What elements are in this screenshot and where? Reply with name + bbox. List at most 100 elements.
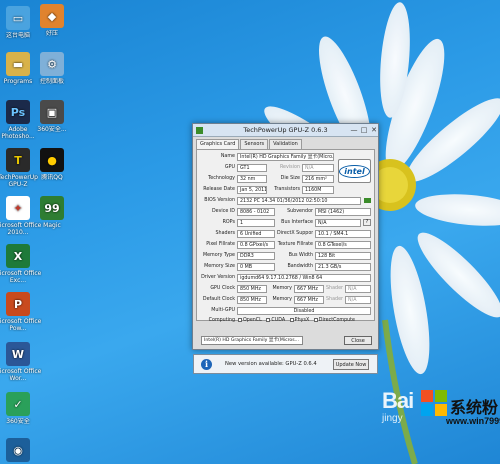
desktop-icon-monitor[interactable]: ▣ 360安全... [28, 100, 76, 140]
desktop-icon-haozip[interactable]: ◆ 好压 [28, 4, 76, 44]
gpu-selector[interactable]: Intel(R) HD Graphics Family 显卡(Micros... [201, 336, 303, 345]
update-message: New version available: GPU-Z 0.6.4 [225, 361, 317, 367]
desktop-icon-app[interactable]: ◉ [0, 438, 42, 464]
multi-gpu-value: Disabled [237, 306, 371, 315]
maximize-icon[interactable]: □ [359, 125, 369, 135]
desktop-icon-label: 腾讯QQ [41, 174, 63, 181]
close-icon[interactable]: ✕ [369, 125, 379, 135]
memory-clock-value: 667 MHz [294, 284, 324, 293]
field-label: Memory Type [202, 253, 235, 258]
computing-options: OpenCL CUDA PhysX DirectCompute [235, 316, 355, 325]
help-icon[interactable]: ? [363, 219, 371, 226]
row-memory-size: Memory Size 0 MB Bandwidth 21.3 GB/s [197, 262, 376, 271]
bios-version-value: 2132 PC 14.34 01/36/2012 02:50:10 [237, 196, 361, 205]
close-button[interactable]: Close [344, 336, 372, 345]
gpuz-window: TechPowerUp GPU-Z 0.6.3 — □ ✕ Graphics C… [192, 123, 379, 350]
default-shader-value: N/A [345, 295, 371, 304]
physx-checkbox[interactable] [289, 317, 294, 322]
gpuz-titlebar[interactable]: TechPowerUp GPU-Z 0.6.3 — □ ✕ [193, 124, 378, 137]
tab-sensors[interactable]: Sensors [240, 139, 269, 149]
driver-version-value: igdumd64 9.17.10.2768 / Win8 64 [237, 273, 371, 282]
app-icon: ◉ [6, 438, 30, 462]
subvendor-value: MSI (1462) [315, 207, 371, 216]
computer-icon: ▭ [6, 6, 30, 30]
desktop-icon-360[interactable]: ✓ 360安全 [0, 392, 42, 432]
default-memory-value: 667 MHz [294, 295, 324, 304]
desktop-icon-excel[interactable]: X Microsoft Office Exc... [0, 244, 42, 284]
field-label: Memory [272, 297, 292, 302]
field-label: Device ID [211, 209, 235, 214]
field-label: Default Clock [202, 297, 235, 302]
row-computing: Computing OpenCL CUDA PhysX DirectComput… [197, 316, 376, 325]
desktop-icon-qq[interactable]: ● 腾讯QQ [28, 148, 76, 188]
opencl-checkbox[interactable] [238, 317, 242, 322]
field-label: Computing [208, 318, 235, 323]
bios-save-icon[interactable] [364, 198, 371, 203]
gpu-name-value: Intel(R) HD Graphics Family 显卡(Micro... [237, 152, 334, 161]
field-label: Shader [326, 297, 343, 302]
field-label: Die Size [280, 176, 300, 181]
field-label: Revision [279, 165, 300, 170]
row-bios: BIOS Version 2132 PC 14.34 01/36/2012 02… [197, 196, 376, 205]
field-label: Pixel Fillrate [206, 242, 235, 247]
field-label: Shaders [215, 231, 236, 236]
office-icon: ✦ [6, 196, 30, 220]
field-label: Technology [208, 176, 235, 181]
update-now-button[interactable]: Update Now [333, 359, 369, 370]
row-rops: ROPs 1 Bus Interface N/A ? [197, 218, 376, 227]
field-label: Bus Width [288, 253, 313, 258]
haozip-icon: ◆ [40, 4, 64, 28]
site-watermark: 系统粉 [450, 398, 499, 417]
field-label: GPU Clock [210, 286, 235, 291]
desktop-icon-powerpoint[interactable]: P Microsoft Office Pow... [0, 292, 42, 332]
field-label: Bus Interface [281, 220, 313, 225]
update-notification: i New version available: GPU-Z 0.6.4 Upd… [193, 354, 378, 374]
tab-graphics-card[interactable]: Graphics Card [196, 139, 240, 149]
directcompute-label: DirectCompute [318, 318, 356, 323]
minimize-icon[interactable]: — [349, 125, 359, 135]
app-icon: 99 [40, 196, 64, 220]
field-label: Shader [326, 286, 343, 291]
gpuz-footer: Intel(R) HD Graphics Family 显卡(Micros...… [196, 336, 375, 346]
row-driver: Driver Version igdumd64 9.17.10.2768 / W… [197, 273, 376, 282]
die-size-value: 216 mm² [302, 174, 334, 183]
excel-icon: X [6, 244, 30, 268]
desktop-icon-label: Magic [43, 222, 61, 229]
cuda-checkbox[interactable] [266, 317, 271, 322]
row-device-id: Device ID 8086 - 0102 Subvendor MSI (146… [197, 207, 376, 216]
vendor-logo: intel [338, 159, 371, 183]
field-label: Memory [272, 286, 292, 291]
memory-size-value: 0 MB [237, 262, 275, 271]
site-url-watermark: www.win7999.com [446, 416, 500, 426]
gpu-clock-value: 850 MHz [237, 284, 267, 293]
desktop-icon-magic[interactable]: 99 Magic [28, 196, 76, 236]
security-icon: ✓ [6, 392, 30, 416]
tab-validation[interactable]: Validation [269, 139, 302, 149]
desktop-icon-control-panel[interactable]: ⚙ 控制面板 [28, 52, 76, 92]
row-multi-gpu: Multi-GPU Disabled [197, 306, 376, 315]
revision-value: N/A [302, 163, 334, 172]
memory-type-value: DDR3 [237, 251, 275, 260]
qq-icon: ● [40, 148, 64, 172]
field-label: Memory Size [204, 264, 235, 269]
row-memory-type: Memory Type DDR3 Bus Width 128 Bit [197, 251, 376, 260]
folder-icon: ▬ [6, 52, 30, 76]
cuda-label: CUDA [271, 318, 286, 323]
directcompute-checkbox[interactable] [313, 317, 318, 322]
default-clock-value: 850 MHz [237, 295, 267, 304]
field-label: Release Date [203, 187, 235, 192]
gpuz-app-icon [196, 127, 203, 134]
desktop-icon-word[interactable]: W Microsoft Office Wor... [0, 342, 42, 382]
row-shaders: Shaders 6 Unified DirectX Support 10.1 /… [197, 229, 376, 238]
pixel-fillrate-value: 0.8 GPixel/s [237, 240, 275, 249]
field-label: Multi-GPU [211, 308, 235, 313]
photoshop-icon: Ps [6, 100, 30, 124]
field-label: BIOS Version [204, 198, 235, 203]
device-id-value: 8086 - 0102 [237, 207, 275, 216]
opencl-label: OpenCL [243, 318, 262, 323]
desktop-icon-label: 360安全... [37, 126, 67, 133]
texture-fillrate-value: 0.8 GTexel/s [315, 240, 371, 249]
control-panel-icon: ⚙ [40, 52, 64, 76]
field-label: GPU [224, 165, 235, 170]
row-gpu-clock: GPU Clock 850 MHz Memory 667 MHz Shader … [197, 284, 376, 293]
